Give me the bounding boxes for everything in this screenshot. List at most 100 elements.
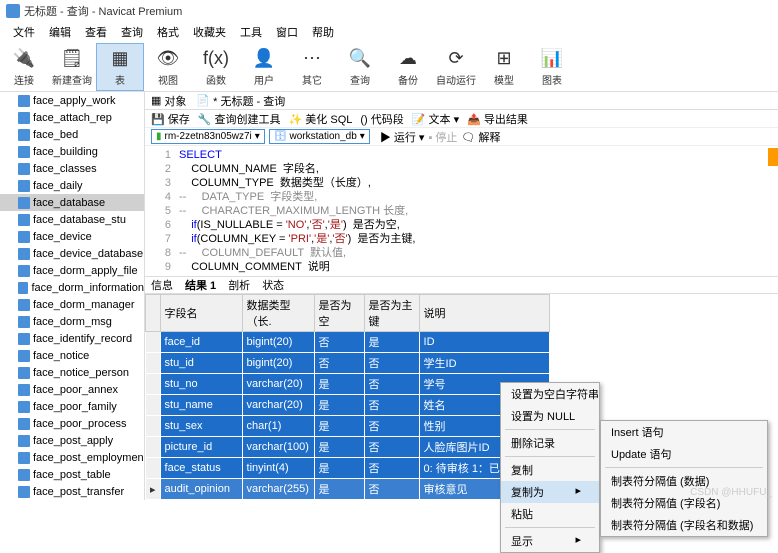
cell[interactable]: varchar(20) [242,374,314,395]
cell[interactable]: bigint(20) [242,353,314,374]
col-4[interactable]: 说明 [419,295,549,332]
tree-item-face_poor_family[interactable]: face_poor_family [0,398,144,415]
menu-收藏夹[interactable]: 收藏夹 [186,22,233,42]
cell[interactable]: ID [419,332,549,353]
mi-设置为 NULL[interactable]: 设置为 NULL [501,405,599,427]
editor-tabs[interactable]: ▦ 对象 📄 * 无标题 - 查询 [145,92,778,110]
tree-item-face_apply_work[interactable]: face_apply_work [0,92,144,109]
cell[interactable]: tinyint(4) [242,458,314,479]
tool-模型[interactable]: ⊞模型 [480,43,528,91]
tree-item-face_identify_record[interactable]: face_identify_record [0,330,144,347]
mi-设置为空白字符串[interactable]: 设置为空白字符串 [501,383,599,405]
text-button[interactable]: 📝 文本 ▾ [412,111,459,127]
tool-图表[interactable]: 📊图表 [528,43,576,91]
cell[interactable]: 否 [364,353,419,374]
context-menu-1[interactable]: 设置为空白字符串设置为 NULL删除记录复制复制为粘贴显示 [500,382,600,553]
menu-帮助[interactable]: 帮助 [305,22,341,42]
tree-item-face_dorm_apply_file[interactable]: face_dorm_apply_file [0,262,144,279]
tree-item-face_attach_rep[interactable]: face_attach_rep [0,109,144,126]
cell[interactable]: 否 [314,353,364,374]
col-0[interactable]: 字段名 [160,295,242,332]
rtab-结果 1[interactable]: 结果 1 [185,277,216,293]
menu-文件[interactable]: 文件 [6,22,42,42]
result-tabs[interactable]: 信息结果 1 剖析状态 [145,277,778,294]
cell[interactable]: varchar(255) [242,479,314,500]
query-builder-button[interactable]: 🔧 查询创建工具 [198,111,281,127]
tree-item-face_database_stu[interactable]: face_database_stu [0,211,144,228]
table-tree[interactable]: face_apply_workface_attach_repface_bedfa… [0,92,145,500]
tool-新建查询[interactable]: 🗒新建查询 [48,43,96,91]
server-select[interactable]: ▮rm-2zetn83n05wz7i ▾ [151,129,265,144]
menu-格式[interactable]: 格式 [150,22,186,42]
beautify-sql-button[interactable]: ✨ 美化 SQL [289,111,353,127]
cell[interactable]: 否 [364,479,419,500]
tree-item-face_device_database[interactable]: face_device_database [0,245,144,262]
tab-query[interactable]: 📄 * 无标题 - 查询 [196,93,285,109]
tree-item-face_poor_annex[interactable]: face_poor_annex [0,381,144,398]
menu-窗口[interactable]: 窗口 [269,22,305,42]
rtab-剖析[interactable]: 剖析 [228,277,250,293]
cell[interactable]: 是 [314,479,364,500]
rtab-信息[interactable]: 信息 [151,277,173,293]
mi-制表符分隔值 (字段名和数据)[interactable]: 制表符分隔值 (字段名和数据) [601,514,767,536]
sql-editor[interactable]: 1SELECT2 COLUMN_NAME 字段名,3 COLUMN_TYPE 数… [145,146,778,277]
mi-Update 语句[interactable]: Update 语句 [601,443,767,465]
tool-函数[interactable]: f(x)函数 [192,43,240,91]
cell[interactable]: stu_name [160,395,242,416]
tool-备份[interactable]: ☁备份 [384,43,432,91]
tree-item-face_bed[interactable]: face_bed [0,126,144,143]
cell[interactable]: 是 [314,437,364,458]
cell[interactable]: 否 [364,437,419,458]
cell[interactable]: 是 [314,416,364,437]
tree-item-face_daily[interactable]: face_daily [0,177,144,194]
tree-item-face_post_employmen[interactable]: face_post_employmen [0,449,144,466]
cell[interactable]: 否 [314,332,364,353]
cell[interactable]: bigint(20) [242,332,314,353]
mi-复制[interactable]: 复制 [501,459,599,481]
tree-item-face_poor_process[interactable]: face_poor_process [0,415,144,432]
cell[interactable]: face_id [160,332,242,353]
cell[interactable]: stu_sex [160,416,242,437]
col-2[interactable]: 是否为空 [314,295,364,332]
tree-item-face_dorm_manager[interactable]: face_dorm_manager [0,296,144,313]
mi-Insert 语句[interactable]: Insert 语句 [601,421,767,443]
mi-删除记录[interactable]: 删除记录 [501,432,599,454]
tool-查询[interactable]: 🔍查询 [336,43,384,91]
explain-button[interactable]: 🗨 解释 [461,129,500,145]
cell[interactable]: 是 [314,458,364,479]
tree-item-face_dorm_information[interactable]: face_dorm_information [0,279,144,296]
menu-编辑[interactable]: 编辑 [42,22,78,42]
run-button[interactable]: ▶ 运行 ▾ [380,129,425,145]
save-button[interactable]: 💾 保存 [151,111,190,127]
tree-item-face_post_apply[interactable]: face_post_apply [0,432,144,449]
tool-其它[interactable]: ⋯其它 [288,43,336,91]
cell[interactable]: 否 [364,416,419,437]
cell[interactable]: 否 [364,458,419,479]
tree-item-face_notice[interactable]: face_notice [0,347,144,364]
tree-item-face_building[interactable]: face_building [0,143,144,160]
menu-查询[interactable]: 查询 [114,22,150,42]
rtab-状态[interactable]: 状态 [262,277,284,293]
tool-表[interactable]: ▦表 [96,43,144,91]
tree-item-face_dorm_msg[interactable]: face_dorm_msg [0,313,144,330]
db-select[interactable]: 🗄workstation_db ▾ [269,129,370,144]
col-1[interactable]: 数据类型（长. [242,295,314,332]
menu-查看[interactable]: 查看 [78,22,114,42]
context-menu-2[interactable]: Insert 语句Update 语句制表符分隔值 (数据)制表符分隔值 (字段名… [600,420,768,537]
cell[interactable]: varchar(100) [242,437,314,458]
tool-自动运行[interactable]: ⟳自动运行 [432,43,480,91]
cell[interactable]: audit_opinion [160,479,242,500]
tool-用户[interactable]: 👤用户 [240,43,288,91]
stop-button[interactable]: ▪ 停止 [428,129,457,145]
cell[interactable]: varchar(20) [242,395,314,416]
tree-item-face_database[interactable]: face_database [0,194,144,211]
col-3[interactable]: 是否为主键 [364,295,419,332]
tab-objects[interactable]: ▦ 对象 [151,93,186,109]
tool-连接[interactable]: 🔌连接 [0,43,48,91]
cell[interactable]: stu_no [160,374,242,395]
tree-item-face_post_table[interactable]: face_post_table [0,466,144,483]
cell[interactable]: 否 [364,374,419,395]
cell[interactable]: char(1) [242,416,314,437]
cell[interactable]: 是 [364,332,419,353]
menu-bar[interactable]: 文件编辑查看查询格式收藏夹工具窗口帮助 [0,22,778,42]
